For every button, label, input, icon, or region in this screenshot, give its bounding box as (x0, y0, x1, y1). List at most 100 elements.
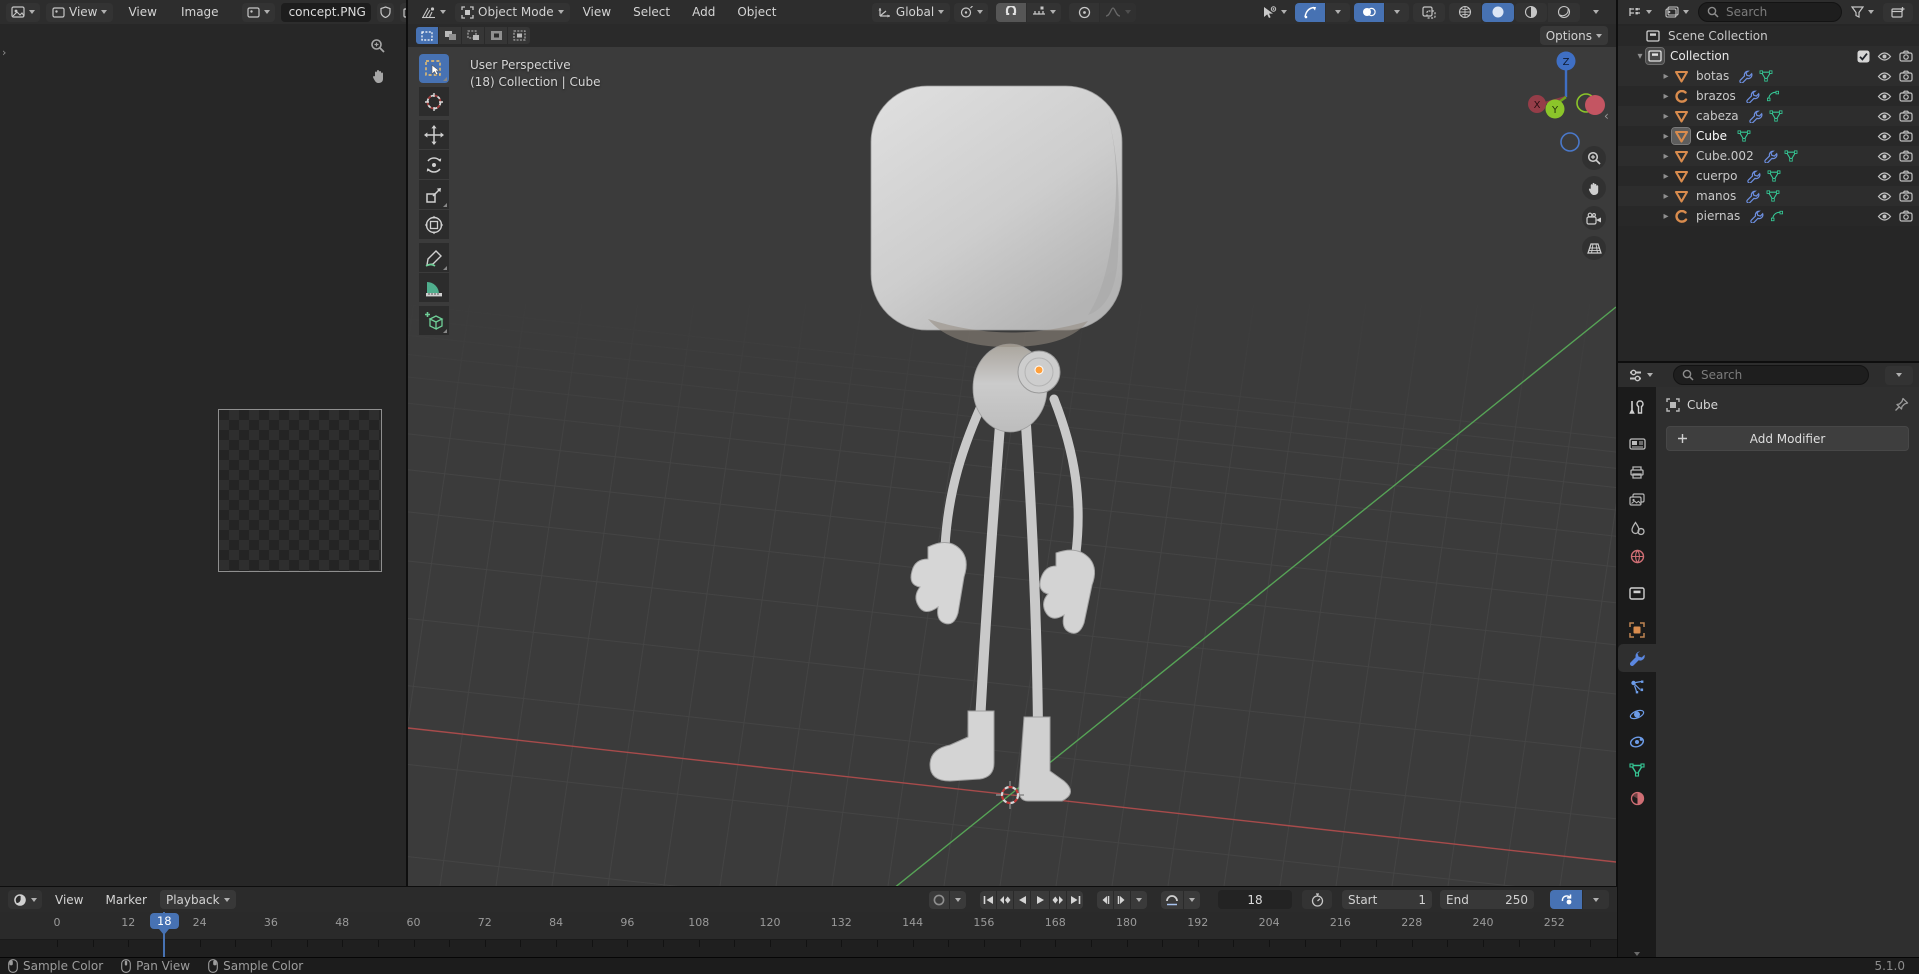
object-type-icon[interactable] (1672, 108, 1690, 124)
breadcrumb[interactable]: Cube (1687, 398, 1718, 412)
object-type-icon[interactable] (1672, 168, 1690, 184)
expand-chevron[interactable]: ▸ (1660, 151, 1672, 162)
mesh-data-icon[interactable] (1784, 150, 1798, 162)
outliner-object-row[interactable]: ▸ manos (1618, 186, 1919, 206)
shading-dropdown[interactable] (1584, 3, 1608, 22)
object-type-icon[interactable] (1672, 88, 1690, 104)
select-box-tool[interactable] (419, 54, 449, 83)
hide-in-viewport-icon[interactable] (1877, 211, 1892, 222)
object-type-icon[interactable] (1672, 208, 1690, 224)
viewport-zoom-button[interactable] (1582, 146, 1606, 170)
measure-tool[interactable] (419, 273, 449, 302)
expand-chevron[interactable]: ▸ (1660, 91, 1672, 102)
properties-tab-scene[interactable] (1618, 514, 1656, 542)
timeline-menu-marker[interactable]: Marker (96, 893, 155, 907)
outliner-object-row[interactable]: ▸ Cube (1618, 126, 1919, 146)
overlays-toggle[interactable] (1354, 3, 1384, 22)
navigation-gizmo[interactable]: Z X Y (1513, 47, 1613, 157)
cursor-tool[interactable] (419, 87, 449, 116)
outliner-object-row[interactable]: ▸ Cube.002 (1618, 146, 1919, 166)
disable-in-renders-icon[interactable] (1899, 150, 1913, 162)
xray-toggle[interactable] (1413, 3, 1445, 22)
playback-sync-dropdown[interactable] (1583, 890, 1609, 909)
properties-tab-object[interactable] (1618, 616, 1656, 644)
expand-chevron[interactable]: ▸ (1660, 131, 1672, 142)
current-frame-field[interactable]: 18 (1218, 890, 1292, 909)
jump-to-start-button[interactable] (980, 891, 996, 909)
keying-dropdown[interactable] (1184, 891, 1200, 909)
properties-editor-type-dropdown[interactable] (1624, 366, 1657, 385)
properties-search[interactable] (1673, 365, 1869, 385)
properties-tab-render[interactable] (1618, 430, 1656, 458)
hide-in-viewport-icon[interactable] (1877, 51, 1892, 62)
image-editor-canvas[interactable]: › (0, 24, 406, 886)
viewport-menu-view[interactable]: View (574, 5, 620, 19)
modifier-wrench-icon[interactable] (1746, 90, 1760, 103)
mesh-data-icon[interactable] (1737, 130, 1751, 142)
select-mode-invert-button[interactable] (485, 27, 507, 44)
collection-row[interactable]: ▾ Collection (1618, 46, 1919, 66)
hide-in-viewport-icon[interactable] (1877, 111, 1892, 122)
outliner-editor-type-dropdown[interactable] (1624, 3, 1656, 22)
expand-chevron[interactable]: ▸ (1660, 191, 1672, 202)
object-type-icon[interactable] (1672, 68, 1690, 84)
proportional-falloff-dropdown[interactable] (1100, 3, 1136, 22)
viewport-canvas[interactable]: User Perspective (18) Collection | Cube (408, 47, 1616, 886)
modifier-wrench-icon[interactable] (1746, 190, 1760, 203)
next-keyframe-button[interactable] (1050, 891, 1066, 909)
properties-tab-particles[interactable] (1618, 672, 1656, 700)
hide-in-viewport-icon[interactable] (1877, 131, 1892, 142)
viewport-editor-type-dropdown[interactable] (416, 3, 451, 22)
auto-keying-toggle[interactable] (929, 891, 949, 909)
play-reverse-button[interactable] (1014, 891, 1030, 909)
next-frame-button[interactable] (1114, 891, 1130, 909)
hide-in-viewport-icon[interactable] (1877, 71, 1892, 82)
disable-in-renders-icon[interactable] (1899, 130, 1913, 142)
move-tool[interactable] (419, 120, 449, 149)
disable-in-renders-icon[interactable] (1899, 50, 1913, 62)
object-type-icon[interactable] (1672, 188, 1690, 204)
transform-orientation-dropdown[interactable]: Global (872, 3, 950, 22)
viewport-ortho-button[interactable] (1582, 236, 1606, 260)
mesh-data-icon[interactable] (1766, 190, 1780, 202)
scene-collection-row[interactable]: Scene Collection (1618, 26, 1919, 46)
object-name[interactable]: manos (1696, 189, 1736, 203)
outliner-object-row[interactable]: ▸ piernas (1618, 206, 1919, 226)
hide-in-viewport-icon[interactable] (1877, 151, 1892, 162)
properties-tab-data[interactable] (1618, 756, 1656, 784)
hide-in-viewport-icon[interactable] (1877, 191, 1892, 202)
properties-tab-physics[interactable] (1618, 700, 1656, 728)
properties-search-input[interactable] (1699, 367, 1793, 383)
fake-user-button[interactable] (377, 3, 394, 22)
expand-chevron[interactable]: ▸ (1660, 111, 1672, 122)
outliner-search[interactable] (1698, 2, 1842, 22)
object-name[interactable]: piernas (1696, 209, 1740, 223)
sidebar-toggle-chevron[interactable]: ‹ (1604, 109, 1609, 123)
zoom-region-icon[interactable] (366, 34, 390, 58)
jump-to-end-button[interactable] (1067, 891, 1083, 909)
add-modifier-button[interactable]: Add Modifier (1666, 426, 1909, 451)
properties-tab-view-layer[interactable] (1618, 486, 1656, 514)
annotate-tool[interactable] (419, 243, 449, 272)
auto-keying-dropdown[interactable] (950, 891, 966, 909)
properties-tab-collection[interactable] (1618, 579, 1656, 607)
viewport-pan-button[interactable] (1582, 176, 1606, 200)
outliner-object-row[interactable]: ▸ cabeza (1618, 106, 1919, 126)
outliner-display-mode-dropdown[interactable] (1661, 3, 1693, 22)
outliner-filter-dropdown[interactable] (1847, 3, 1878, 22)
properties-tab-world[interactable] (1618, 542, 1656, 570)
object-name[interactable]: cabeza (1696, 109, 1739, 123)
region-expand-chevron[interactable]: › (2, 46, 6, 59)
pivot-point-dropdown[interactable] (954, 3, 988, 22)
curve-data-icon[interactable] (1766, 90, 1780, 102)
outliner-search-input[interactable] (1724, 4, 1798, 20)
pan-region-icon[interactable] (366, 64, 390, 88)
outliner-object-row[interactable]: ▸ botas (1618, 66, 1919, 86)
modifier-wrench-icon[interactable] (1747, 170, 1761, 183)
collection-checkbox[interactable] (1857, 50, 1870, 63)
image-name-field[interactable]: concept.PNG (281, 3, 371, 22)
frame-step-dropdown[interactable] (1131, 891, 1147, 909)
image-menu-image[interactable]: Image (172, 5, 228, 19)
select-mode-extend-button[interactable] (439, 27, 461, 44)
add-cube-tool[interactable] (419, 306, 449, 335)
